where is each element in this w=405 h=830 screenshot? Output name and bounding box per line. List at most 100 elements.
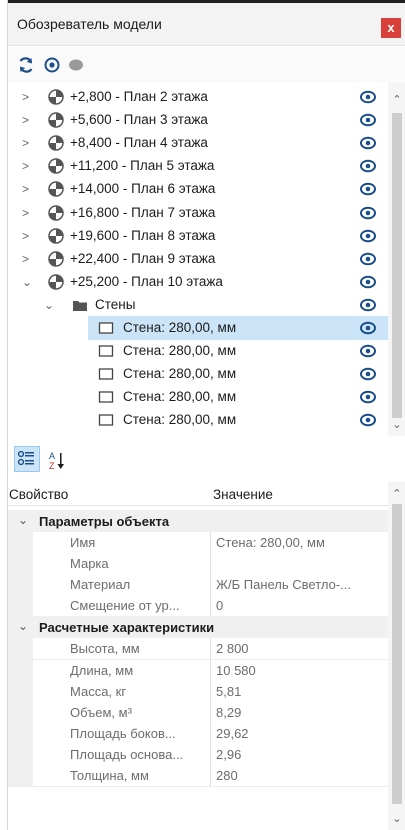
level-icon: [48, 181, 64, 198]
tree-row[interactable]: ⌄ +25,200 - План 10 этажа: [8, 270, 388, 294]
hidden-eye-icon[interactable]: [67, 56, 85, 74]
tree-item-row[interactable]: Стена: 280,00, мм: [88, 362, 388, 386]
row-gutter: [8, 701, 33, 724]
refresh-icon[interactable]: [17, 56, 35, 74]
property-value[interactable]: 0: [212, 595, 388, 618]
property-value[interactable]: Стена: 280,00, мм: [212, 532, 388, 554]
row-gutter: [8, 638, 33, 661]
property-name: Смещение от ур...: [33, 595, 211, 618]
tree-scrollbar[interactable]: ⌃ ⌄: [388, 83, 405, 436]
expand-chevron-icon[interactable]: ⌄: [44, 298, 56, 312]
tree-row[interactable]: > +11,200 - План 5 этажа: [8, 154, 388, 178]
property-name: Материал: [33, 574, 211, 597]
expand-chevron-icon[interactable]: >: [22, 159, 34, 173]
tree-row[interactable]: > +14,000 - План 6 этажа: [8, 177, 388, 201]
visibility-eye-icon[interactable]: [359, 159, 377, 173]
scroll-down-icon[interactable]: ⌄: [388, 810, 405, 828]
tree-group-label: Стены: [95, 296, 136, 312]
scroll-up-icon[interactable]: ⌃: [388, 485, 405, 503]
property-column-header[interactable]: Свойство: [9, 487, 68, 502]
expand-chevron-icon[interactable]: >: [22, 229, 34, 243]
expand-chevron-icon[interactable]: >: [22, 90, 34, 104]
property-row[interactable]: Имя Стена: 280,00, мм: [8, 532, 388, 554]
collapse-chevron-icon[interactable]: ⌄: [18, 513, 28, 527]
tree-row-label: +11,200 - План 5 этажа: [70, 158, 215, 174]
tree-group-row[interactable]: ⌄ Стены: [8, 293, 388, 317]
property-row[interactable]: Смещение от ур... 0: [8, 595, 388, 618]
tree-item-row[interactable]: Стена: 280,00, мм: [88, 316, 388, 340]
property-name: Площадь боков...: [33, 722, 211, 745]
property-row[interactable]: Площадь боков... 29,62: [8, 722, 388, 745]
scroll-thumb[interactable]: [392, 504, 402, 804]
expand-chevron-icon[interactable]: >: [22, 113, 34, 127]
tree-row[interactable]: > +19,600 - План 8 этажа: [8, 224, 388, 248]
visibility-eye-icon[interactable]: [359, 136, 377, 150]
visibility-eye-icon[interactable]: [359, 367, 377, 381]
value-column-header[interactable]: Значение: [213, 487, 273, 502]
expand-chevron-icon[interactable]: >: [22, 182, 34, 196]
property-value[interactable]: 2,96: [212, 744, 388, 766]
expand-chevron-icon[interactable]: >: [22, 136, 34, 150]
property-row[interactable]: Масса, кг 5,81: [8, 680, 388, 703]
property-value[interactable]: [212, 553, 388, 576]
model-tree: > +2,800 - План 2 этажа > +5,600 - План 3 э…: [8, 83, 388, 436]
property-value[interactable]: 10 580: [212, 660, 388, 682]
scroll-down-icon[interactable]: ⌄: [388, 416, 405, 434]
wall-icon: [98, 368, 114, 380]
tree-row-label: +5,600 - План 3 этажа: [70, 112, 208, 128]
level-icon: [48, 158, 64, 175]
tree-row[interactable]: > +2,800 - План 2 этажа: [8, 85, 388, 109]
property-value[interactable]: Ж/Б Панель Светло-...: [212, 574, 388, 597]
tree-item-row[interactable]: Стена: 280,00, мм: [88, 408, 388, 432]
collapse-chevron-icon[interactable]: ⌄: [18, 619, 28, 633]
property-row[interactable]: Объем, м³ 8,29: [8, 701, 388, 724]
tree-item-row[interactable]: Стена: 280,00, мм: [88, 385, 388, 409]
visibility-eye-icon[interactable]: [359, 113, 377, 127]
property-category[interactable]: ⌄ Расчетные характеристики: [8, 616, 388, 639]
expand-chevron-icon[interactable]: ⌄: [22, 275, 34, 289]
visibility-eye-icon[interactable]: [359, 344, 377, 358]
visibility-eye-icon[interactable]: [359, 298, 377, 312]
tree-row[interactable]: > +16,800 - План 7 этажа: [8, 201, 388, 225]
expand-chevron-icon[interactable]: >: [22, 206, 34, 220]
property-value[interactable]: 280: [212, 765, 388, 787]
scroll-thumb[interactable]: [392, 113, 402, 418]
wall-icon: [98, 322, 114, 334]
property-category[interactable]: ⌄ Параметры объекта: [8, 510, 388, 532]
tree-item-row[interactable]: Стена: 280,00, мм: [88, 339, 388, 363]
panel-title: Обозреватель модели: [17, 16, 162, 32]
visibility-eye-icon[interactable]: [359, 252, 377, 266]
scroll-up-icon[interactable]: ⌃: [388, 91, 405, 109]
visibility-eye-icon[interactable]: [359, 229, 377, 243]
tree-item-label: Стена: 280,00, мм: [123, 366, 237, 382]
visibility-eye-icon[interactable]: [359, 206, 377, 220]
row-gutter: [8, 532, 33, 554]
property-row[interactable]: Площадь основа... 2,96: [8, 743, 388, 766]
wall-icon: [98, 345, 114, 357]
sort-alphabetical-icon[interactable]: A Z: [46, 450, 68, 472]
tree-row[interactable]: > +22,400 - План 9 этажа: [8, 247, 388, 271]
visibility-eye-icon[interactable]: [359, 90, 377, 104]
tree-row[interactable]: > +8,400 - План 4 этажа: [8, 131, 388, 155]
properties-scrollbar[interactable]: ⌃ ⌄: [388, 482, 405, 830]
property-row[interactable]: Высота, мм 2 800: [8, 638, 388, 661]
property-value[interactable]: 29,62: [212, 723, 388, 745]
property-value[interactable]: 2 800: [212, 638, 388, 661]
categorized-view-button[interactable]: [14, 446, 40, 472]
visibility-eye-icon[interactable]: [359, 390, 377, 404]
property-name: Имя: [33, 532, 211, 554]
property-row[interactable]: Длина, мм 10 580: [8, 659, 388, 682]
property-row[interactable]: Материал Ж/Б Панель Светло-...: [8, 574, 388, 597]
visibility-eye-icon[interactable]: [359, 182, 377, 196]
property-row[interactable]: Толщина, мм 280: [8, 765, 388, 787]
expand-chevron-icon[interactable]: >: [22, 252, 34, 266]
property-value[interactable]: 8,29: [212, 702, 388, 724]
visibility-eye-icon[interactable]: [359, 321, 377, 335]
property-row[interactable]: Марка: [8, 553, 388, 576]
visibility-eye-icon[interactable]: [359, 275, 377, 289]
tree-row[interactable]: > +5,600 - План 3 этажа: [8, 108, 388, 132]
visibility-eye-icon[interactable]: [359, 413, 377, 427]
eye-icon[interactable]: [43, 56, 61, 74]
property-value[interactable]: 5,81: [212, 681, 388, 703]
close-button[interactable]: x: [381, 18, 401, 38]
